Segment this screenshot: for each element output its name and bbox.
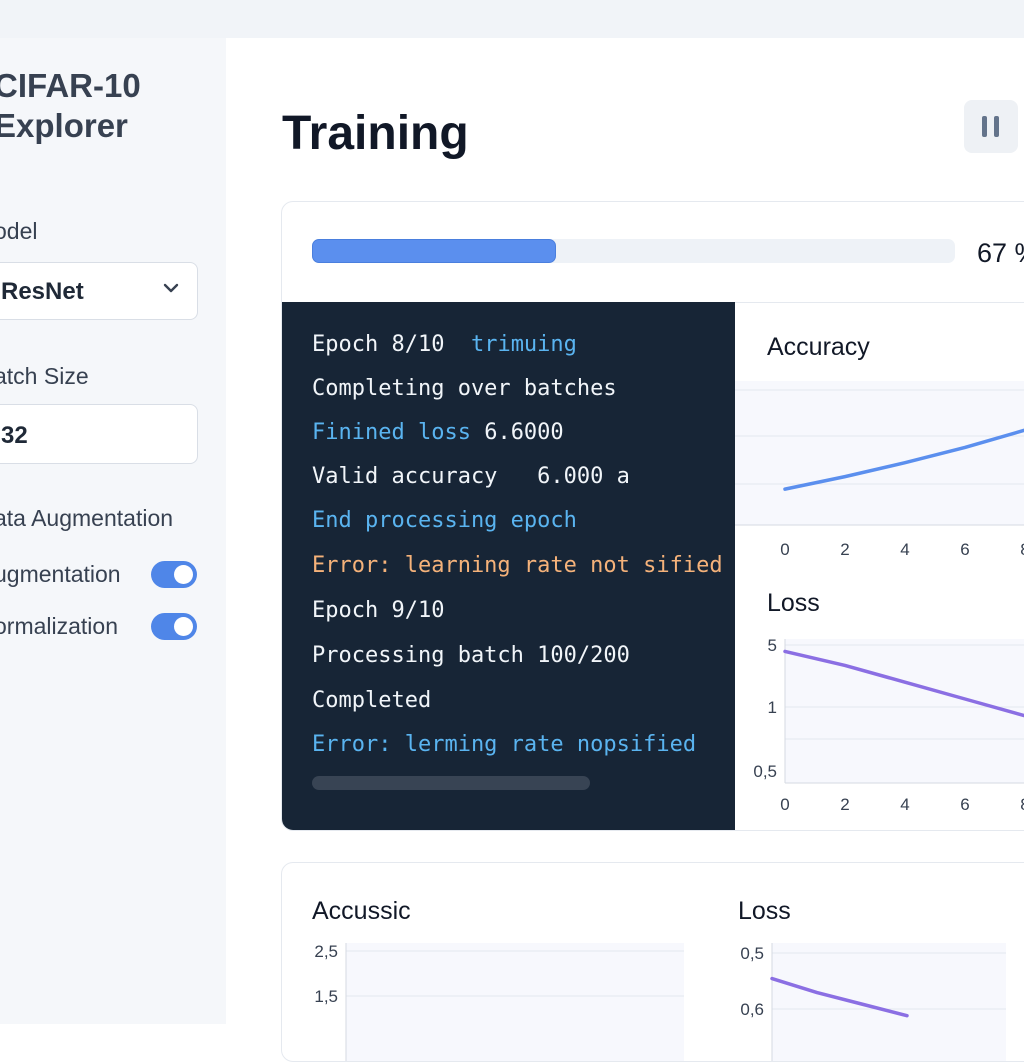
y-tick-label: 0,5 [740,944,764,963]
toggle-row-augmentation: ugmentation [0,560,202,590]
charts-panel: Accuracy 11002468 Loss 510,502468 [735,302,1024,831]
batch-size-input[interactable]: 32 [0,404,198,464]
batch-size-label: atch Size [0,363,89,390]
metrics-card: Accussic 2,51,5 Loss 0,50,6 [281,862,1024,1062]
batch-size-value: 32 [1,422,28,450]
log-line: Processing batch 100/200 [312,643,630,668]
app-title-line1: CIFAR-10 [0,66,141,106]
page-title: Training [282,106,469,161]
log-status: trimuing [471,332,577,357]
y-tick-label: 0,6 [740,1000,764,1019]
model-label: odel [0,218,37,245]
toggle-knob [174,565,193,584]
sidebar: CIFAR-10 Explorer odel ResNet atch Size … [0,38,226,1024]
plot-area [772,943,1006,1062]
log-line-error: Error: learning rate not sified [312,553,723,578]
app-title-line2: Explorer [0,106,141,146]
progress-bar [312,239,955,263]
toggle-label-augmentation: ugmentation [0,561,121,588]
log-scrollbar[interactable] [312,776,590,790]
y-tick-label: 1,5 [314,987,338,1006]
chevron-down-icon [163,281,179,299]
augmentation-section-label: ata Augmentation [0,505,173,532]
log-line-error: Error: lerming rate nopsified [312,732,696,757]
x-tick-label: 2 [840,795,849,814]
log-line: Epoch 9/10 [312,598,444,623]
y-tick-label: 0,5 [753,762,777,781]
training-card: 67 % Epoch 8/10 trimuing Completing over… [281,201,1024,831]
training-log[interactable]: Epoch 8/10 trimuing Completing over batc… [282,302,735,831]
loss-chart: 5 1 0,50 2 4 6 8 [735,303,1024,831]
log-line: Completed [312,688,431,713]
toggle-label-normalization: ormalization [0,613,118,640]
log-line: Valid accuracy 6.000 a [312,464,630,489]
log-line: End processing epoch [312,508,577,533]
top-bar [0,0,1024,38]
x-tick-label: 0 [780,795,789,814]
model-select[interactable]: ResNet [0,262,198,320]
y-tick-label: 1 [768,698,777,717]
toggle-row-normalization: ormalization [0,612,202,642]
app-title: CIFAR-10 Explorer [0,66,141,146]
bottom-loss-chart: 0,5 0,6 [702,863,1006,1062]
model-select-value: ResNet [1,278,84,306]
x-tick-label: 4 [900,795,909,814]
progress-percent: 67 % [977,238,1024,269]
toggle-knob [174,617,193,636]
log-line: Epoch 8/10 trimuing [312,332,577,357]
plot-area [346,943,684,1062]
pause-button[interactable] [964,100,1018,153]
accussic-chart: 2,5 1,5 [282,863,702,1062]
log-line: Finined loss 6.6000 [312,420,564,445]
x-tick-label: 8 [1020,795,1024,814]
normalization-toggle[interactable] [151,613,197,640]
x-tick-label: 6 [960,795,969,814]
augmentation-toggle[interactable] [151,561,197,588]
y-tick-label: 2,5 [314,942,338,961]
y-tick-label: 5 [768,636,777,655]
progress-fill [312,239,556,263]
log-line: Completing over batches [312,376,617,401]
